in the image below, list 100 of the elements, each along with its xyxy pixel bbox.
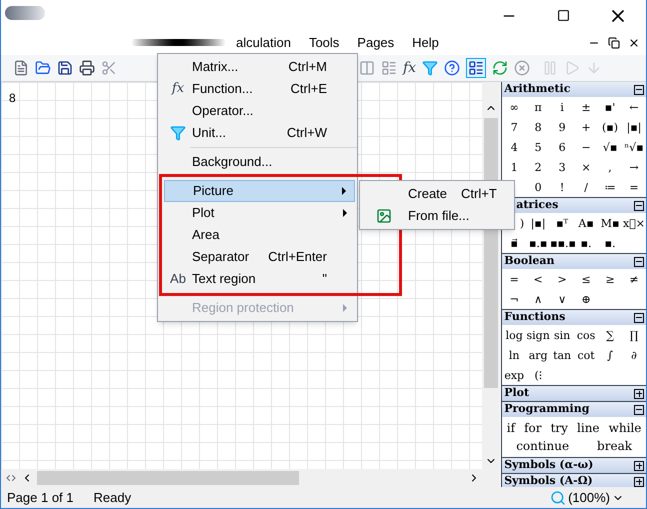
palette-header[interactable]: Boolean	[502, 254, 646, 269]
palette-header[interactable]: Functions	[502, 310, 646, 325]
palette-symbol[interactable]: ≠	[622, 274, 646, 284]
menu-entry[interactable]: Area	[164, 224, 355, 246]
collapse-icon[interactable]	[634, 256, 644, 266]
palette-keyword[interactable]: if	[506, 419, 516, 437]
maximize-button[interactable]	[557, 9, 570, 22]
palette-symbol[interactable]: ∏	[622, 330, 646, 340]
save-icon[interactable]	[57, 60, 73, 76]
palette-symbol[interactable]: 9	[550, 122, 574, 132]
palette-symbol[interactable]: ,	[598, 162, 622, 172]
palette-symbol[interactable]: 4	[502, 142, 526, 152]
palette-header[interactable]: Arithmetic	[502, 82, 646, 97]
palette-symbol[interactable]: π	[526, 102, 550, 112]
palette-symbol[interactable]: ▪⃗	[502, 238, 526, 248]
menu-entry[interactable]: Picture	[164, 180, 355, 202]
palette-symbol[interactable]: x⃗×	[622, 218, 646, 228]
menu-item[interactable]: Pages	[348, 33, 404, 53]
palette-symbol[interactable]: ⊕	[574, 294, 598, 304]
palette-symbol[interactable]: +	[574, 122, 598, 132]
palette-symbol[interactable]: arg	[526, 350, 550, 360]
palette-symbol[interactable]: cos	[574, 330, 598, 340]
palette-symbol[interactable]: −	[574, 142, 598, 152]
palette-symbol[interactable]: ⁿ√▪	[622, 142, 646, 152]
palette-symbol[interactable]: ±	[574, 102, 598, 112]
palette-symbol[interactable]: cot	[574, 350, 598, 360]
palette-symbol[interactable]: ▪.▪	[526, 238, 550, 248]
function-icon[interactable]: fx	[403, 58, 416, 78]
palette-symbol[interactable]: tan	[550, 350, 574, 360]
palette-symbol[interactable]: <	[526, 274, 550, 284]
palette-symbol[interactable]: /	[574, 182, 598, 192]
palette-header[interactable]: Symbols (Α-Ω)	[502, 474, 646, 487]
palette-symbol[interactable]: ▪.	[574, 238, 598, 248]
palette-symbol[interactable]: exp	[502, 370, 526, 380]
menu-entry[interactable]: Separator Ctrl+Enter	[164, 246, 355, 268]
palette-keyword[interactable]: while	[608, 419, 642, 437]
horizontal-scroll-thumb[interactable]	[37, 471, 299, 485]
menu-entry[interactable]: Background...	[164, 151, 355, 173]
palette-symbol[interactable]: ∨	[550, 294, 574, 304]
palette-symbol[interactable]: ∂	[622, 350, 646, 360]
menu-entry[interactable]: Unit... Ctrl+W	[164, 122, 355, 144]
palette-symbol[interactable]: ∑	[598, 330, 622, 340]
split-handle-icon[interactable]	[5, 472, 17, 484]
palette-keyword[interactable]: try	[550, 419, 568, 437]
new-file-icon[interactable]	[13, 60, 29, 76]
palette-symbol[interactable]: ▪▪.▪	[550, 238, 574, 248]
palette-keyword[interactable]: for	[524, 419, 542, 437]
palette-keyword[interactable]: line	[577, 419, 600, 437]
palette-symbol[interactable]: ¬	[502, 294, 526, 304]
menu-item[interactable]: Tools	[300, 33, 348, 53]
palette-symbol[interactable]: 6	[550, 142, 574, 152]
close-doc-button[interactable]	[628, 37, 640, 49]
refresh-icon[interactable]	[492, 60, 508, 76]
palette-symbol[interactable]: sin	[550, 330, 574, 340]
palette-symbol[interactable]: 5	[526, 142, 550, 152]
palette-symbol[interactable]: >	[550, 274, 574, 284]
palette-symbol[interactable]: ×	[574, 162, 598, 172]
palette-keyword[interactable]: break	[597, 437, 632, 455]
palette-keyword[interactable]: continue	[516, 437, 570, 455]
palette-symbol[interactable]: sign	[526, 330, 550, 340]
palette-symbol[interactable]: (▪)	[598, 122, 622, 132]
palette-symbol[interactable]: |▪|	[622, 122, 646, 132]
palette-symbol[interactable]: ∧	[526, 294, 550, 304]
palette-symbol[interactable]: ∫	[598, 350, 622, 360]
palette-symbol[interactable]: √▪	[598, 142, 622, 152]
menu-entry[interactable]: Matrix... Ctrl+M	[164, 56, 355, 78]
palette-symbol[interactable]: =	[502, 274, 526, 284]
menu-entry[interactable]: Plot	[164, 202, 355, 224]
palette-symbol[interactable]: i	[550, 102, 574, 112]
palette-header[interactable]: Plot	[502, 386, 646, 401]
print-icon[interactable]	[79, 60, 95, 76]
palette-header[interactable]: Symbols (α-ω)	[502, 458, 646, 473]
restore-doc-button[interactable]	[608, 37, 620, 49]
palette-symbol[interactable]: 8	[526, 122, 550, 132]
palette-symbol[interactable]: ≤	[574, 274, 598, 284]
palette-symbol[interactable]: 0	[526, 182, 550, 192]
palette-symbol[interactable]: 7	[502, 122, 526, 132]
palette-symbol[interactable]: 2	[526, 162, 550, 172]
menu-entry[interactable]: Operator...	[164, 100, 355, 122]
open-folder-icon[interactable]	[35, 60, 51, 76]
palette-symbol[interactable]: →	[622, 162, 646, 172]
zoom-level[interactable]: (100%)	[568, 488, 610, 508]
collapse-icon[interactable]	[634, 404, 644, 414]
palette-symbol[interactable]: ≥	[598, 274, 622, 284]
palette-symbol[interactable]: A▪	[574, 218, 598, 228]
menu-item[interactable]: alculation	[227, 33, 300, 53]
palette-header[interactable]: Programming	[502, 402, 646, 417]
collapse-icon[interactable]	[634, 84, 644, 94]
palette-symbol[interactable]: log	[502, 330, 526, 340]
expand-icon[interactable]	[634, 476, 644, 486]
palette-symbol[interactable]: |▪|	[526, 218, 550, 228]
palette-symbol[interactable]: !	[550, 182, 574, 192]
palette-symbol[interactable]: =	[622, 182, 646, 192]
palette-symbol[interactable]: ▪ᵀ	[550, 218, 574, 228]
collapse-icon[interactable]	[634, 312, 644, 322]
palette-symbol[interactable]: 3	[550, 162, 574, 172]
expand-icon[interactable]	[634, 388, 644, 398]
palette-symbol[interactable]: )	[520, 218, 526, 228]
palette-symbol[interactable]: (⁝	[526, 370, 550, 380]
palette-symbol[interactable]: ←	[622, 102, 646, 112]
